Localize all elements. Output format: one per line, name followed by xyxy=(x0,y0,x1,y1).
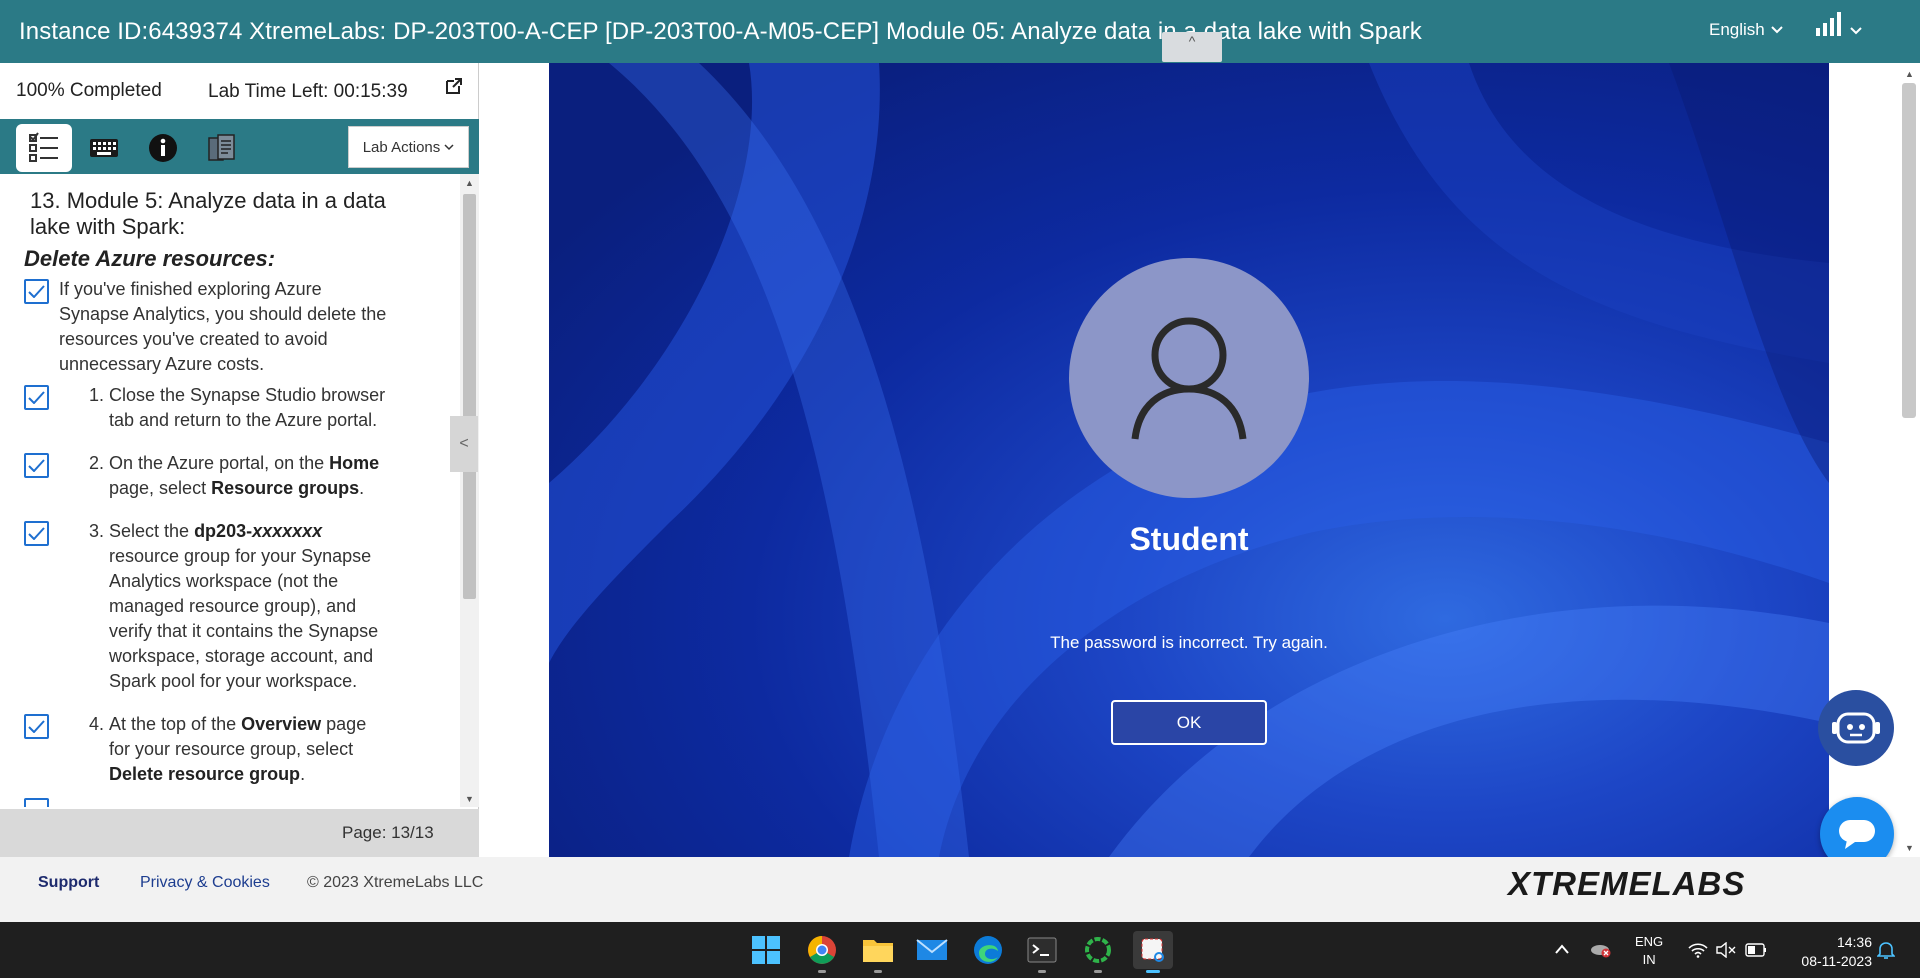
taskbar-chrome[interactable] xyxy=(802,931,842,973)
username: Student xyxy=(1129,521,1249,557)
taskbar-file-explorer[interactable] xyxy=(858,931,898,973)
scroll-down-arrow-icon[interactable]: ▼ xyxy=(465,794,474,804)
taskbar-app-ring[interactable] xyxy=(1078,931,1118,973)
instructions-tab[interactable] xyxy=(16,124,72,172)
error-message: The password is incorrect. Try again. xyxy=(1050,633,1328,652)
instructions-scrollbar[interactable]: ▲ ▼ xyxy=(460,174,479,807)
taskbar-terminal[interactable] xyxy=(1022,931,1062,973)
start-button[interactable] xyxy=(746,931,786,969)
scrollbar-thumb[interactable] xyxy=(463,194,476,599)
keyboard-tab[interactable] xyxy=(76,124,132,172)
user-avatar xyxy=(1069,258,1309,498)
checkmark-icon xyxy=(28,285,45,298)
top-bar: Instance ID:6439374 XtremeLabs: DP-203T0… xyxy=(0,0,1920,63)
time-left: Lab Time Left: 00:15:39 xyxy=(208,81,408,102)
folder-icon xyxy=(863,940,893,962)
completion-status: 100% Completed xyxy=(16,80,162,101)
onedrive-error-icon[interactable] xyxy=(1590,940,1612,958)
document-icon xyxy=(208,134,235,161)
section-heading: 13. Module 5: Analyze data in a data lak… xyxy=(30,188,386,239)
signal-strength-icon[interactable] xyxy=(1816,12,1841,36)
step-checkbox[interactable] xyxy=(24,798,49,807)
info-icon xyxy=(149,134,177,162)
checkmark-icon xyxy=(28,720,45,733)
instructions-content: 13. Module 5: Analyze data in a data lak… xyxy=(0,174,460,807)
step-checkbox[interactable] xyxy=(24,385,49,410)
support-link[interactable]: Support xyxy=(38,874,99,892)
step-checkbox[interactable] xyxy=(24,279,49,304)
user-icon xyxy=(1131,317,1247,440)
info-tab[interactable] xyxy=(135,124,191,172)
checkmark-icon xyxy=(28,459,45,472)
language-label: English xyxy=(1709,20,1765,39)
taskbar-edge[interactable] xyxy=(968,931,1008,969)
battery-icon[interactable] xyxy=(1745,943,1767,957)
terminal-icon xyxy=(1027,937,1057,963)
signal-chevron-icon[interactable] xyxy=(1850,27,1862,35)
wifi-icon[interactable] xyxy=(1688,942,1708,958)
intro-text: If you've finished exploring Azure Synap… xyxy=(59,279,387,374)
notification-bell-icon[interactable] xyxy=(1877,940,1895,960)
tray-chevron-up-icon[interactable] xyxy=(1555,944,1569,954)
snipping-tool-icon xyxy=(1141,938,1164,962)
lab-actions-dropdown[interactable]: Lab Actions xyxy=(348,126,469,168)
ok-button[interactable]: OK xyxy=(1111,700,1267,745)
page-scrollbar-thumb[interactable] xyxy=(1902,83,1916,418)
volume-muted-icon[interactable] xyxy=(1716,942,1736,958)
taskbar-snipping-tool[interactable] xyxy=(1133,931,1173,973)
windows-icon xyxy=(752,936,780,964)
step-4: 4. At the top of the Overview page for y… xyxy=(89,714,367,784)
resources-tab[interactable] xyxy=(194,124,250,172)
windows-taskbar: ENG IN 14:36 08-11-2023 xyxy=(0,922,1920,978)
step-checkbox[interactable] xyxy=(24,521,49,546)
xtremelabs-logo: XTREMELABS xyxy=(1508,865,1746,902)
system-clock[interactable]: 14:36 08-11-2023 xyxy=(1782,933,1872,971)
step-checkbox[interactable] xyxy=(24,714,49,739)
checkmark-icon xyxy=(28,527,45,540)
privacy-link[interactable]: Privacy & Cookies xyxy=(140,874,270,892)
step-1: 1. Close the Synapse Studio browser tab … xyxy=(89,385,386,430)
taskbar-mail[interactable] xyxy=(912,931,952,969)
page-indicator: Page: 13/13 xyxy=(342,823,434,842)
checklist-icon xyxy=(29,132,58,162)
lab-status-row: 100% Completed Lab Time Left: 00:15:39 xyxy=(0,63,479,119)
chevron-down-icon xyxy=(1771,26,1783,34)
remote-desktop[interactable]: Student The password is incorrect. Try a… xyxy=(549,63,1829,857)
scroll-up-arrow-icon[interactable]: ▲ xyxy=(465,178,474,188)
collapse-panel-button[interactable]: < xyxy=(450,416,478,472)
step-3: 3. Select the dp203-xxxxxxx resource gro… xyxy=(89,521,379,691)
circle-app-icon xyxy=(1085,937,1111,963)
robot-icon xyxy=(1832,712,1880,744)
edge-icon xyxy=(974,936,1002,964)
language-selector[interactable]: English xyxy=(1709,20,1783,40)
panel-toolbar: Lab Actions xyxy=(0,119,479,174)
page-scrollbar[interactable]: ▲ ▼ xyxy=(1898,63,1920,857)
section-subheading: Delete Azure resources: xyxy=(24,246,276,271)
chrome-icon xyxy=(808,936,836,964)
copyright: © 2023 XtremeLabs LLC xyxy=(307,874,484,891)
input-language[interactable]: ENG IN xyxy=(1635,933,1663,969)
instructions-panel: 100% Completed Lab Time Left: 00:15:39 L… xyxy=(0,63,479,857)
footer: Support Privacy & Cookies © 2023 XtremeL… xyxy=(0,857,1920,922)
step-checkbox[interactable] xyxy=(24,453,49,478)
chat-bubble-icon xyxy=(1839,820,1875,849)
scroll-up-arrow-icon[interactable]: ▲ xyxy=(1905,69,1914,79)
lab-actions-label: Lab Actions xyxy=(362,138,441,156)
step-2: 2. On the Azure portal, on the Home page… xyxy=(89,453,380,498)
popout-icon[interactable] xyxy=(445,77,463,95)
assistant-bot-button[interactable] xyxy=(1818,690,1894,766)
keyboard-icon xyxy=(90,139,118,157)
mail-icon xyxy=(916,939,948,960)
chevron-down-icon xyxy=(444,143,454,150)
page-indicator-row: Page: 13/13 xyxy=(0,809,479,857)
scroll-down-arrow-icon[interactable]: ▼ xyxy=(1905,843,1914,853)
collapse-header-button[interactable]: ^ xyxy=(1162,32,1222,62)
checkmark-icon xyxy=(28,391,45,404)
